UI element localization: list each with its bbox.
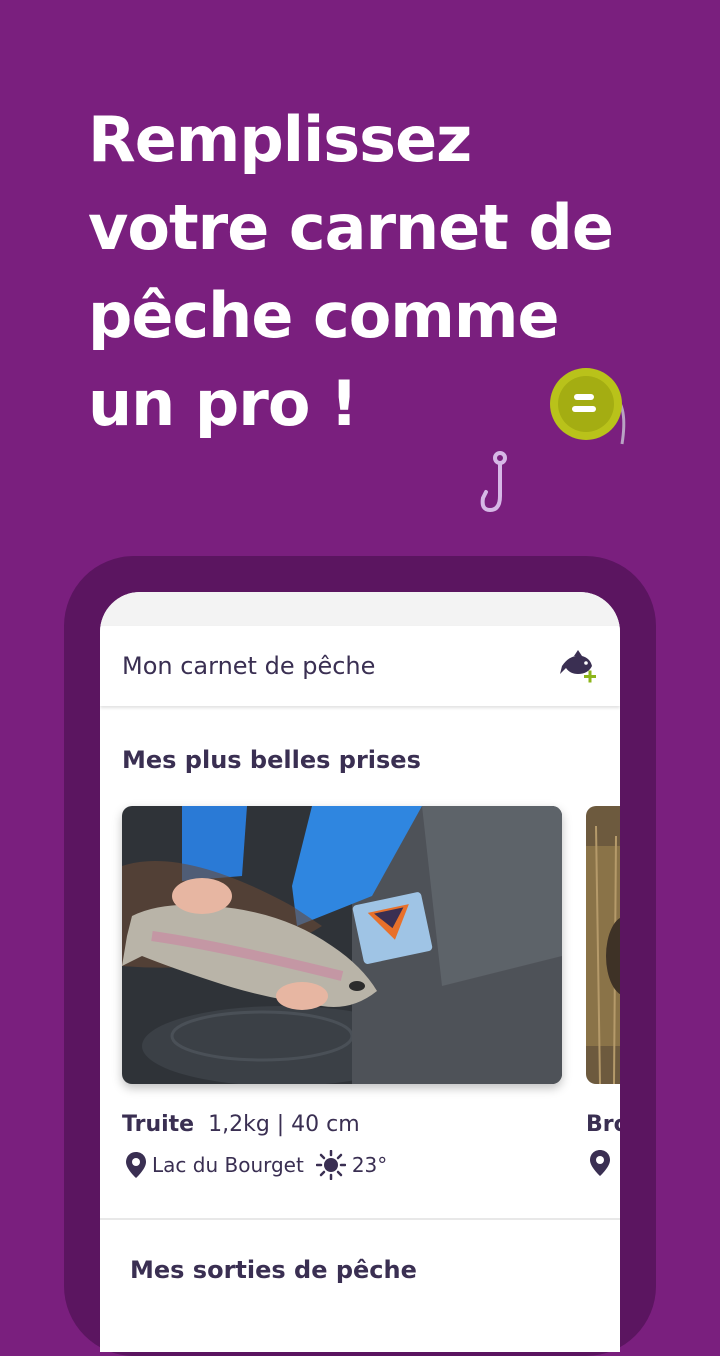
headline-line-2: votre carnet de [88, 191, 614, 264]
catch-photo[interactable] [122, 806, 562, 1084]
app-title: Mon carnet de pêche [122, 652, 376, 680]
status-bar [100, 592, 620, 626]
headline-line-1: Remplissez [88, 103, 472, 176]
app-header: Mon carnet de pêche [100, 626, 620, 706]
phone-screen: Mon carnet de pêche Mes plus belles pris… [100, 592, 620, 1352]
catch-species: Truite [122, 1112, 195, 1137]
catch-temperature: 23° [351, 1153, 388, 1177]
section-title-best-catches: Mes plus belles prises [122, 746, 421, 774]
catch-details: 1,2kg | 40 cm [208, 1112, 360, 1137]
catch-meta: Lac du Bourget 23° [126, 1150, 387, 1180]
location-pin-icon [126, 1152, 146, 1178]
section-divider [100, 1218, 620, 1220]
catch-species-2: Bro [586, 1112, 620, 1137]
catch-location: Lac du Bourget [152, 1153, 304, 1177]
fishing-reel-icon [550, 368, 626, 445]
second-catch-illustration [586, 806, 620, 1084]
catch-summary: Truite 1,2kg | 40 cm [122, 1112, 360, 1137]
fishing-hook-icon [480, 451, 507, 513]
location-pin-icon [590, 1150, 610, 1176]
sun-icon [315, 1150, 346, 1180]
catch-photo-2[interactable] [586, 806, 620, 1084]
trout-photo-illustration [122, 806, 562, 1084]
headline-line-3: pêche comme [88, 279, 560, 352]
add-catch-icon[interactable] [558, 646, 598, 686]
